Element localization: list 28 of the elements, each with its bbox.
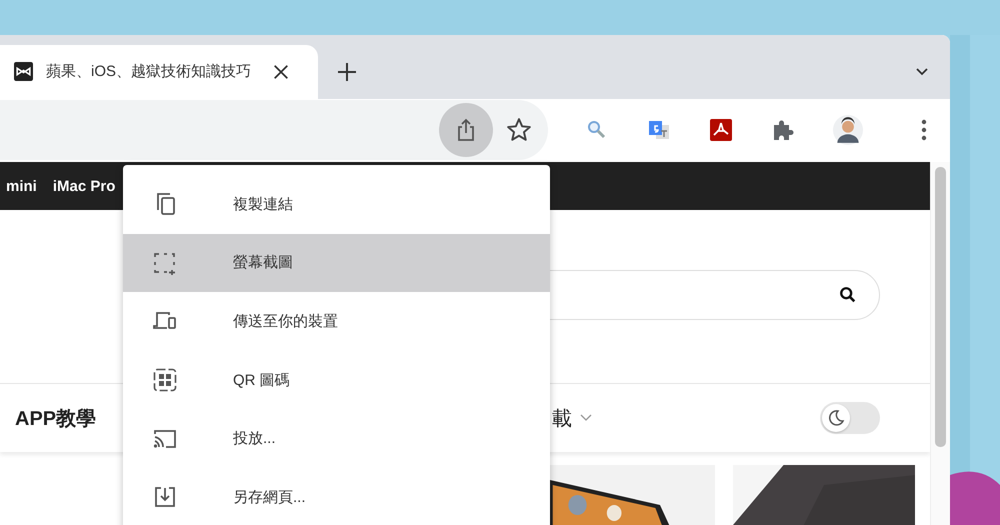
avatar-icon[interactable]	[833, 115, 863, 146]
menu-item[interactable]: 傳送至你的裝置	[123, 292, 550, 351]
star-icon[interactable]	[506, 117, 532, 144]
pdf-icon[interactable]	[709, 118, 733, 142]
dark-mode-toggle[interactable]	[820, 402, 880, 434]
moon-icon	[827, 409, 845, 427]
chevron-down-icon[interactable]	[915, 66, 929, 76]
scrollbar-thumb[interactable]	[935, 167, 946, 447]
puzzle-icon[interactable]	[771, 118, 795, 142]
search-icon[interactable]	[839, 286, 857, 304]
nav-link[interactable]: iMac Pro	[52, 178, 116, 194]
share-icon	[455, 118, 477, 142]
menu-item[interactable]: QR 圖碼	[123, 350, 550, 410]
menu-item[interactable]: 螢幕截圖	[123, 234, 550, 292]
new-tab-icon[interactable]	[337, 62, 357, 82]
menu-item[interactable]: 投放...	[123, 409, 550, 468]
more-menu-icon[interactable]	[921, 119, 927, 142]
menu-item[interactable]: 另存網頁...	[123, 468, 550, 525]
category-link[interactable]: APP教學	[15, 404, 96, 432]
close-icon[interactable]	[272, 62, 290, 80]
download-icon	[153, 485, 177, 510]
qr-code-icon	[153, 368, 177, 392]
bowtie-icon	[14, 62, 33, 81]
screenshot-icon	[153, 250, 177, 275]
nav-link[interactable]: mini	[6, 178, 37, 194]
category-link[interactable]: 載	[552, 404, 572, 432]
browser-tab[interactable]: 蘋果、iOS、越獄技術知識技巧	[0, 44, 318, 98]
menu-item[interactable]: 複製連結	[123, 175, 550, 234]
